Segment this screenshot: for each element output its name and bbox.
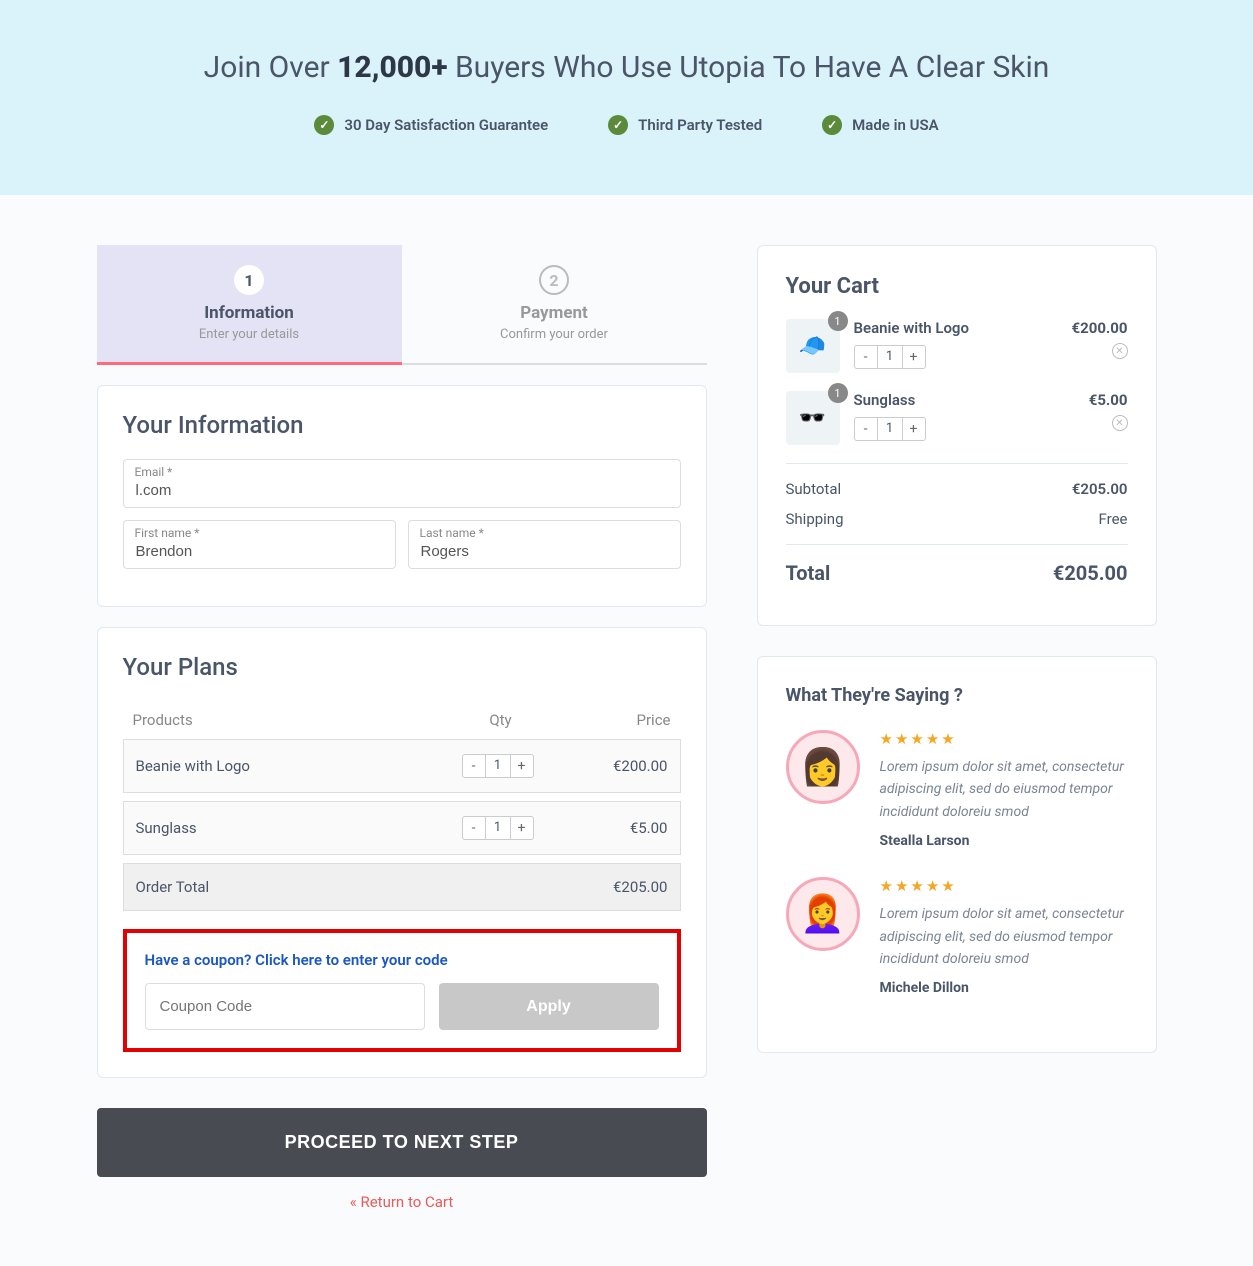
qty-value: 1 (485, 817, 511, 839)
apply-coupon-button[interactable]: Apply (439, 983, 659, 1030)
cart-title: Your Cart (786, 274, 1128, 299)
last-name-label: Last name * (420, 526, 484, 540)
qty-control: - 1 + (462, 754, 534, 778)
testimonial-author: Stealla Larson (880, 833, 1128, 849)
plan-row: Sunglass - 1 + €5.00 (123, 801, 681, 855)
cart-item-name: Sunglass (854, 391, 1075, 409)
qty-value: 1 (485, 755, 511, 777)
testimonial-text: Lorem ipsum dolor sit amet, consectetur … (880, 756, 1128, 823)
cart-qty-badge: 1 (828, 311, 848, 331)
step-information[interactable]: 1 Information Enter your details (97, 245, 402, 365)
step-number: 2 (539, 265, 569, 295)
email-label: Email * (135, 465, 173, 479)
step-number: 1 (234, 265, 264, 295)
step-title: Information (107, 303, 392, 323)
hero-banner: Join Over 12,000+ Buyers Who Use Utopia … (0, 0, 1253, 195)
qty-minus-button[interactable]: - (463, 817, 485, 839)
check-icon: ✓ (608, 115, 628, 135)
checkout-steps: 1 Information Enter your details 2 Payme… (97, 245, 707, 365)
subtotal-line: Subtotal€205.00 (786, 480, 1128, 498)
coupon-code-input[interactable] (145, 983, 425, 1030)
badge-tested: ✓Third Party Tested (608, 115, 762, 135)
qty-control: - 1 + (854, 417, 926, 441)
plan-product: Sunglass (136, 819, 448, 837)
badge-usa: ✓Made in USA (822, 115, 938, 135)
plans-card: Your Plans Products Qty Price Beanie wit… (97, 627, 707, 1078)
order-total-row: Order Total €205.00 (123, 863, 681, 911)
qty-plus-button[interactable]: + (511, 755, 533, 777)
hero-title: Join Over 12,000+ Buyers Who Use Utopia … (20, 50, 1233, 85)
order-total-label: Order Total (136, 878, 448, 896)
step-payment[interactable]: 2 Payment Confirm your order (402, 245, 707, 363)
plan-price: €200.00 (548, 757, 668, 775)
step-subtitle: Enter your details (107, 327, 392, 342)
qty-plus-button[interactable]: + (511, 817, 533, 839)
qty-minus-button[interactable]: - (855, 346, 877, 368)
first-name-label: First name * (135, 526, 200, 540)
total-line: Total€205.00 (786, 561, 1128, 585)
star-rating: ★★★★★ (880, 877, 1128, 895)
section-title: Your Plans (123, 653, 681, 681)
hero-badges: ✓30 Day Satisfaction Guarantee ✓Third Pa… (20, 115, 1233, 135)
plan-product: Beanie with Logo (136, 757, 448, 775)
testimonials-title: What They're Saying ? (786, 685, 1128, 706)
qty-minus-button[interactable]: - (463, 755, 485, 777)
qty-minus-button[interactable]: - (855, 418, 877, 440)
order-total-value: €205.00 (548, 878, 668, 896)
qty-plus-button[interactable]: + (903, 346, 925, 368)
qty-plus-button[interactable]: + (903, 418, 925, 440)
coupon-toggle-link[interactable]: Have a coupon? Click here to enter your … (145, 951, 659, 969)
cart-item-price: €5.00 (1089, 391, 1128, 409)
step-subtitle: Confirm your order (412, 327, 697, 342)
remove-item-button[interactable]: ✕ (1112, 343, 1128, 359)
step-title: Payment (412, 303, 697, 323)
remove-item-button[interactable]: ✕ (1112, 415, 1128, 431)
information-card: Your Information Email * First name * La… (97, 385, 707, 607)
star-rating: ★★★★★ (880, 730, 1128, 748)
avatar: 👩‍🦰 (786, 877, 860, 951)
cart-item-price: €200.00 (1072, 319, 1128, 337)
cart-item-name: Beanie with Logo (854, 319, 1058, 337)
cart-qty-badge: 1 (828, 383, 848, 403)
qty-value: 1 (877, 418, 903, 440)
coupon-section: Have a coupon? Click here to enter your … (123, 929, 681, 1052)
shipping-line: ShippingFree (786, 510, 1128, 528)
cart-item: 🕶️ 1 Sunglass - 1 + €5.00 ✕ (786, 391, 1128, 445)
cart-item-image: 🧢 1 (786, 319, 840, 373)
col-price: Price (551, 711, 671, 729)
proceed-button[interactable]: PROCEED TO NEXT STEP (97, 1108, 707, 1177)
testimonials-card: What They're Saying ? 👩 ★★★★★ Lorem ipsu… (757, 656, 1157, 1053)
check-icon: ✓ (822, 115, 842, 135)
testimonial-author: Michele Dillon (880, 980, 1128, 996)
cart-item: 🧢 1 Beanie with Logo - 1 + €200.00 ✕ (786, 319, 1128, 373)
section-title: Your Information (123, 411, 681, 439)
col-products: Products (133, 711, 451, 729)
plans-header: Products Qty Price (123, 701, 681, 739)
qty-value: 1 (877, 346, 903, 368)
avatar: 👩 (786, 730, 860, 804)
col-qty: Qty (451, 711, 551, 729)
plan-price: €5.00 (548, 819, 668, 837)
check-icon: ✓ (314, 115, 334, 135)
testimonial: 👩‍🦰 ★★★★★ Lorem ipsum dolor sit amet, co… (786, 877, 1128, 996)
testimonial-text: Lorem ipsum dolor sit amet, consectetur … (880, 903, 1128, 970)
email-field[interactable] (123, 459, 681, 508)
cart-item-image: 🕶️ 1 (786, 391, 840, 445)
badge-guarantee: ✓30 Day Satisfaction Guarantee (314, 115, 548, 135)
testimonial: 👩 ★★★★★ Lorem ipsum dolor sit amet, cons… (786, 730, 1128, 849)
qty-control: - 1 + (462, 816, 534, 840)
cart-summary: Your Cart 🧢 1 Beanie with Logo - 1 + €20… (757, 245, 1157, 626)
qty-control: - 1 + (854, 345, 926, 369)
plan-row: Beanie with Logo - 1 + €200.00 (123, 739, 681, 793)
return-to-cart-link[interactable]: « Return to Cart (97, 1193, 707, 1211)
